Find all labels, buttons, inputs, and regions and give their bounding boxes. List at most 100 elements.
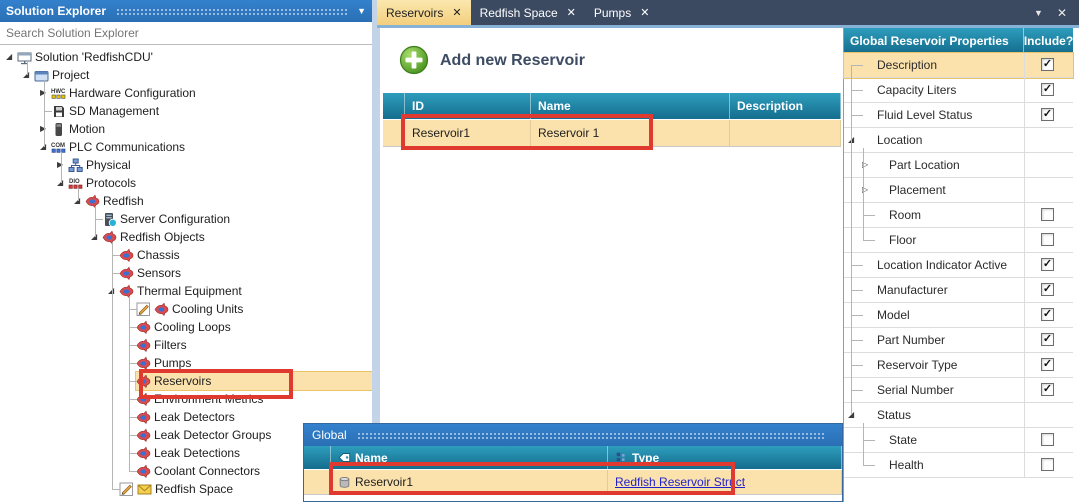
tree-item-thermal-equipment[interactable]: ◢Thermal Equipment — [0, 282, 372, 300]
column-divider — [1024, 128, 1025, 153]
tree-item-redfish-objects[interactable]: ◢Redfish Objects — [0, 228, 372, 246]
property-row-state[interactable]: State — [844, 428, 1073, 453]
include-checkbox-checked[interactable]: ✓ — [1041, 358, 1054, 371]
tree-item-pumps[interactable]: Pumps — [0, 354, 372, 372]
type-link[interactable]: Redfish Reservoir Struct — [615, 475, 745, 489]
tree-item-environment-metrics[interactable]: Environment Metrics — [0, 390, 372, 408]
global-column-header-type[interactable]: Type — [608, 446, 842, 469]
global-table-row[interactable]: Reservoir1 Redfish Reservoir Struct — [304, 469, 842, 495]
global-column-header-name[interactable]: Name — [331, 446, 608, 469]
include-checkbox-checked[interactable]: ✓ — [1041, 308, 1054, 321]
collapse-icon[interactable]: ◢ — [91, 228, 102, 246]
property-row-placement[interactable]: ▷Placement — [844, 178, 1073, 203]
tree-item-cooling-units[interactable]: Cooling Units — [0, 300, 372, 318]
property-label: Part Number — [877, 333, 945, 347]
tab-close-icon[interactable]: ✕ — [452, 6, 461, 19]
tab-close-icon[interactable]: ✕ — [567, 6, 576, 19]
tree-item-project[interactable]: ◢Project — [0, 66, 372, 84]
tree-guide-line — [851, 115, 863, 116]
property-row-reservoir-type[interactable]: Reservoir Type ✓ — [844, 353, 1073, 378]
tree-item-cooling-loops[interactable]: Cooling Loops — [0, 318, 372, 336]
expand-icon[interactable]: ▶ — [40, 120, 51, 138]
column-divider — [1024, 253, 1025, 278]
include-checkbox-checked[interactable]: ✓ — [1041, 333, 1054, 346]
close-document-icon[interactable]: ✕ — [1057, 6, 1067, 20]
tab-close-icon[interactable]: ✕ — [640, 6, 649, 19]
panel-grip — [116, 7, 347, 15]
column-divider — [1024, 78, 1025, 103]
collapse-icon[interactable]: ◢ — [108, 282, 119, 300]
redfish-icon — [85, 194, 100, 209]
include-checkbox-checked[interactable]: ✓ — [1041, 58, 1054, 71]
tree-item-sensors[interactable]: Sensors — [0, 264, 372, 282]
property-row-room[interactable]: Room — [844, 203, 1073, 228]
tree-item-chassis[interactable]: Chassis — [0, 246, 372, 264]
property-row-health[interactable]: Health — [844, 453, 1073, 478]
tab-pumps[interactable]: Pumps✕ — [585, 0, 659, 25]
collapse-icon[interactable]: ◢ — [23, 66, 34, 84]
collapse-icon[interactable]: ◢ — [57, 174, 68, 192]
cell-id[interactable]: Reservoir1 — [405, 120, 531, 146]
tree-item-motion[interactable]: ▶Motion — [0, 120, 372, 138]
global-cell-name[interactable]: Reservoir1 — [331, 470, 608, 494]
property-row-part-number[interactable]: Part Number ✓ — [844, 328, 1073, 353]
include-checkbox-checked[interactable]: ✓ — [1041, 258, 1054, 271]
expand-icon[interactable]: ▶ — [57, 156, 68, 174]
tree-item-hardware-configuration[interactable]: ▶HWCHardware Configuration — [0, 84, 372, 102]
expand-icon[interactable]: ▶ — [40, 84, 51, 102]
tree-guide-line — [851, 290, 863, 291]
include-checkbox-checked[interactable]: ✓ — [1041, 83, 1054, 96]
cell-name[interactable]: Reservoir 1 — [531, 120, 730, 146]
tab-reservoirs[interactable]: Reservoirs✕ — [377, 0, 471, 25]
property-label: Reservoir Type — [877, 358, 957, 372]
add-reservoir-button[interactable] — [399, 45, 429, 75]
reservoir-table-row[interactable]: Reservoir1Reservoir 1 — [383, 119, 841, 147]
property-row-model[interactable]: Model✓ — [844, 303, 1073, 328]
tree-item-protocols[interactable]: ◢DIOProtocols — [0, 174, 372, 192]
property-row-capacity-liters[interactable]: Capacity Liters✓ — [844, 78, 1073, 103]
property-row-location-indicator-active[interactable]: Location Indicator Active✓ — [844, 253, 1073, 278]
property-row-serial-number[interactable]: Serial Number✓ — [844, 378, 1073, 403]
include-checkbox-checked[interactable]: ✓ — [1041, 283, 1054, 296]
property-label: Status — [877, 408, 911, 422]
property-row-location[interactable]: ◢Location — [844, 128, 1073, 153]
tree-item-sd-management[interactable]: SD Management — [0, 102, 372, 120]
column-header-Description[interactable]: Description — [730, 93, 841, 119]
tree-guide-line — [95, 206, 96, 237]
cell-description[interactable] — [730, 120, 841, 146]
tree-item-solution-redfishcdu-[interactable]: ◢Solution 'RedfishCDU' — [0, 48, 372, 66]
tree-guide-line — [851, 65, 863, 66]
include-checkbox-unchecked[interactable] — [1041, 433, 1054, 446]
tab-redfish-space[interactable]: Redfish Space✕ — [471, 0, 585, 25]
search-input[interactable] — [0, 22, 372, 45]
tree-item-physical[interactable]: ▶Physical — [0, 156, 372, 174]
project-icon — [34, 68, 49, 83]
tab-list-dropdown-icon[interactable]: ▼ — [1034, 8, 1043, 18]
panel-menu-icon[interactable]: ▼ — [357, 6, 366, 16]
property-row-description[interactable]: Description✓ — [844, 53, 1073, 78]
tree-item-server-configuration[interactable]: Server Configuration — [0, 210, 372, 228]
tree-item-reservoirs[interactable]: Reservoirs — [0, 372, 372, 390]
redfish-icon — [119, 248, 134, 263]
tree-item-filters[interactable]: Filters — [0, 336, 372, 354]
include-checkbox-unchecked[interactable] — [1041, 458, 1054, 471]
include-checkbox-unchecked[interactable] — [1041, 208, 1054, 221]
property-row-fluid-level-status[interactable]: Fluid Level Status✓ — [844, 103, 1073, 128]
property-row-floor[interactable]: Floor — [844, 228, 1073, 253]
include-checkbox-checked[interactable]: ✓ — [1041, 383, 1054, 396]
global-cell-type[interactable]: Redfish Reservoir Struct — [608, 470, 842, 494]
tree-guide-line — [129, 471, 137, 472]
collapse-icon[interactable]: ◢ — [74, 192, 85, 210]
property-row-status[interactable]: ◢Status — [844, 403, 1073, 428]
global-column-header-gutter — [304, 446, 331, 469]
property-row-manufacturer[interactable]: Manufacturer✓ — [844, 278, 1073, 303]
collapse-icon[interactable]: ◢ — [6, 48, 17, 66]
include-checkbox-unchecked[interactable] — [1041, 233, 1054, 246]
column-header-Name[interactable]: Name — [531, 93, 730, 119]
column-header-ID[interactable]: ID — [405, 93, 531, 119]
tree-item-plc-communications[interactable]: ◢COMPLC Communications — [0, 138, 372, 156]
include-checkbox-checked[interactable]: ✓ — [1041, 108, 1054, 121]
tree-item-redfish[interactable]: ◢Redfish — [0, 192, 372, 210]
collapse-icon[interactable]: ◢ — [40, 138, 51, 156]
property-row-part-location[interactable]: ▷Part Location — [844, 153, 1073, 178]
